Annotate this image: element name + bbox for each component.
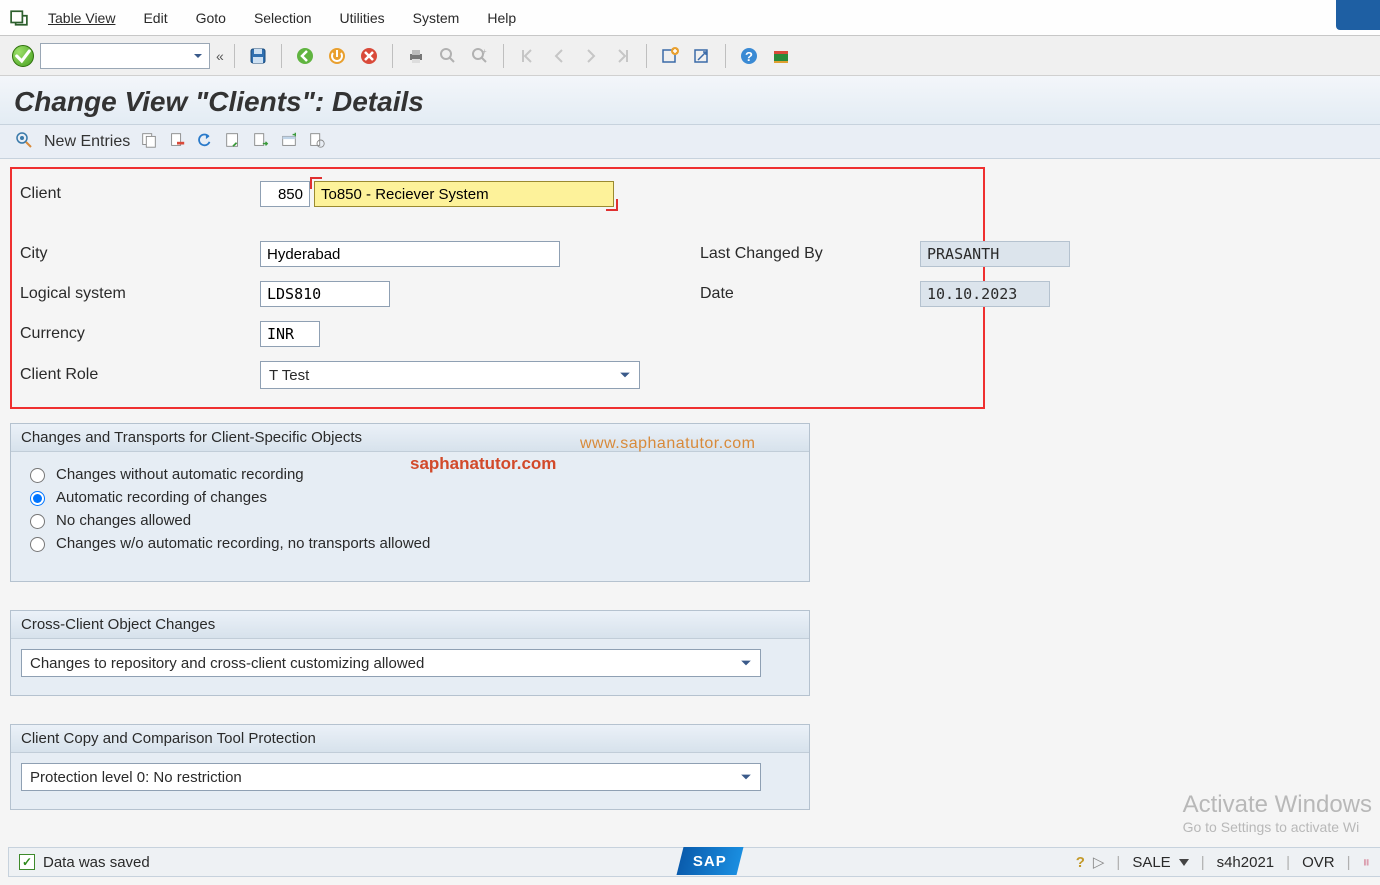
content-area: Client City Logical system Currency <box>0 159 1380 828</box>
copy-icon[interactable] <box>140 131 158 152</box>
exit-icon[interactable] <box>324 43 350 69</box>
cross-client-select[interactable]: Changes to repository and cross-client c… <box>21 649 761 677</box>
save-icon[interactable] <box>245 43 271 69</box>
insert-mode: OVR <box>1302 854 1335 871</box>
currency-input[interactable] <box>260 321 320 347</box>
find-icon[interactable] <box>435 43 461 69</box>
client-id-input[interactable] <box>260 181 310 207</box>
svg-text:+: + <box>482 47 487 56</box>
last-changed-by: PRASANTH <box>920 241 1070 267</box>
client-name-input[interactable] <box>314 181 614 207</box>
page-title: Change View "Clients": Details <box>14 86 1366 118</box>
enter-button[interactable] <box>12 45 34 67</box>
opt-no-transports[interactable]: Changes w/o automatic recording, no tran… <box>25 534 795 552</box>
currency-label: Currency <box>20 325 260 343</box>
layout-icon[interactable] <box>768 43 794 69</box>
client-role-select[interactable]: T Test <box>260 361 640 389</box>
client-role-label: Client Role <box>20 366 260 384</box>
svg-text:?: ? <box>745 49 753 64</box>
protection-value: Protection level 0: No restriction <box>30 769 242 786</box>
help-small-icon[interactable]: ? <box>1076 854 1085 871</box>
status-message: Data was saved <box>43 854 150 871</box>
import-icon[interactable] <box>308 131 326 152</box>
create-session-icon[interactable] <box>657 43 683 69</box>
next-entry-icon[interactable] <box>252 131 270 152</box>
connection-icon: ⏸ <box>1362 854 1370 871</box>
last-page-icon[interactable] <box>610 43 636 69</box>
app-menu-icon[interactable] <box>10 9 28 27</box>
last-changed-label: Last Changed By <box>700 245 920 263</box>
system-toolbar: « + ? <box>0 36 1380 76</box>
logical-system-label: Logical system <box>20 285 260 303</box>
city-label: City <box>20 245 260 263</box>
menu-edit[interactable]: Edit <box>129 4 181 32</box>
separator <box>646 44 647 68</box>
group1-title: Changes and Transports for Client-Specif… <box>11 424 809 452</box>
opt-changes-no-recording[interactable]: Changes without automatic recording <box>25 465 795 483</box>
protection-select[interactable]: Protection level 0: No restriction <box>21 763 761 791</box>
logical-system-input[interactable] <box>260 281 390 307</box>
menu-selection[interactable]: Selection <box>240 4 326 32</box>
select-all-icon[interactable] <box>224 131 242 152</box>
menu-table-view[interactable]: Table View <box>34 4 129 32</box>
cross-client-group: Cross-Client Object Changes Changes to r… <box>10 610 810 696</box>
client-copy-group: Client Copy and Comparison Tool Protecti… <box>10 724 810 810</box>
menu-system[interactable]: System <box>399 4 474 32</box>
group3-title: Client Copy and Comparison Tool Protecti… <box>11 725 809 753</box>
highlighted-fields: Client City Logical system Currency <box>10 167 985 409</box>
menu-utilities[interactable]: Utilities <box>326 4 399 32</box>
back-icon[interactable] <box>292 43 318 69</box>
opt-no-changes[interactable]: No changes allowed <box>25 511 795 529</box>
toggle-display-icon[interactable] <box>14 130 34 153</box>
city-input[interactable] <box>260 241 560 267</box>
client-label: Client <box>20 185 260 203</box>
separator <box>725 44 726 68</box>
separator <box>503 44 504 68</box>
status-right: ? ▷ | SALE | s4h2021 | OVR | ⏸ <box>1066 847 1380 877</box>
delete-icon[interactable] <box>168 131 186 152</box>
app-toolbar: New Entries <box>0 125 1380 159</box>
cross-client-value: Changes to repository and cross-client c… <box>30 655 424 672</box>
session-info-icon[interactable]: ▷ <box>1093 853 1105 871</box>
status-success-icon: ✓ <box>19 854 35 870</box>
prev-page-icon[interactable] <box>546 43 572 69</box>
opt-auto-recording[interactable]: Automatic recording of changes <box>25 488 795 506</box>
cancel-icon[interactable] <box>356 43 382 69</box>
group2-title: Cross-Client Object Changes <box>11 611 809 639</box>
menu-goto[interactable]: Goto <box>182 4 240 32</box>
export-icon[interactable] <box>280 131 298 152</box>
title-bar: Change View "Clients": Details <box>0 76 1380 125</box>
first-page-icon[interactable] <box>514 43 540 69</box>
create-shortcut-icon[interactable] <box>689 43 715 69</box>
separator <box>392 44 393 68</box>
date-label: Date <box>700 285 920 303</box>
changes-transports-group: Changes and Transports for Client-Specif… <box>10 423 810 582</box>
find-next-icon[interactable]: + <box>467 43 493 69</box>
system-id: s4h2021 <box>1217 854 1275 871</box>
separator <box>281 44 282 68</box>
menubar: Table View Edit Goto Selection Utilities… <box>0 0 1380 36</box>
help-icon[interactable]: ? <box>736 43 762 69</box>
menu-help[interactable]: Help <box>473 4 530 32</box>
collapse-toolbar-icon[interactable]: « <box>216 48 224 64</box>
next-page-icon[interactable] <box>578 43 604 69</box>
date-value: 10.10.2023 <box>920 281 1050 307</box>
command-field[interactable] <box>40 43 210 69</box>
print-icon[interactable] <box>403 43 429 69</box>
tcode: SALE <box>1132 854 1170 871</box>
new-entries-button[interactable]: New Entries <box>44 133 130 151</box>
window-control-icon[interactable] <box>1336 0 1380 30</box>
sap-logo: SAP <box>677 847 744 875</box>
client-role-value: T Test <box>269 367 309 384</box>
tcode-dropdown-icon[interactable] <box>1179 859 1189 866</box>
undo-icon[interactable] <box>196 131 214 152</box>
separator <box>234 44 235 68</box>
